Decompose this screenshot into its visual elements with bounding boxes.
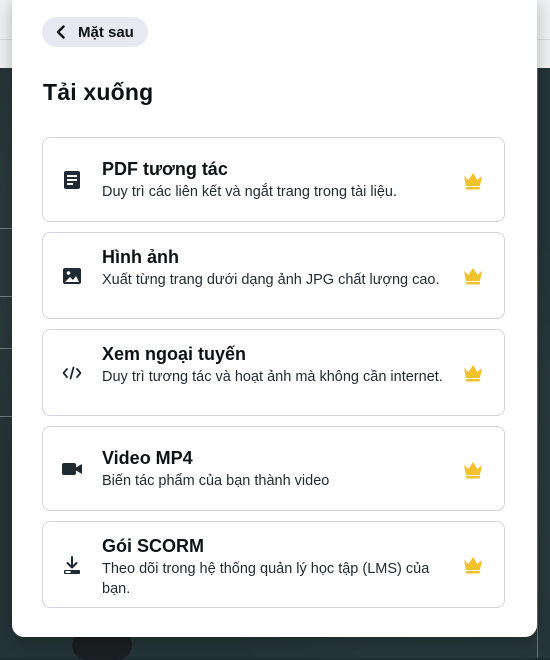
crown-icon (464, 557, 482, 574)
option-label: Video MP4 (102, 448, 193, 468)
option-video-mp4[interactable]: Video MP4 Biến tác phẩm của bạn thành vi… (42, 426, 505, 511)
option-label: Xem ngoại tuyến (102, 344, 247, 364)
video-icon (61, 458, 83, 480)
option-description: Biến tác phẩm của bạn thành video (102, 473, 330, 489)
background-ruler-line (0, 228, 12, 229)
download-icon (61, 554, 83, 576)
option-description: Xuất từng trang dưới dạng ảnh JPG chất l… (102, 272, 440, 288)
chevron-left-icon (56, 25, 65, 39)
option-label: PDF tương tác (102, 159, 228, 179)
crown-icon (464, 173, 482, 190)
back-button[interactable]: Mặt sau (42, 17, 148, 47)
option-label: Gói SCORM (102, 536, 204, 556)
back-button-label: Mặt sau (78, 23, 134, 41)
option-description: Duy trì tương tác và hoạt ảnh mà không c… (102, 369, 443, 385)
crown-icon (464, 462, 482, 479)
option-description: Duy trì các liên kết và ngắt trang trong… (102, 184, 397, 200)
background-ruler-line (0, 296, 12, 297)
crown-icon (464, 365, 482, 382)
option-offline-view[interactable]: Xem ngoại tuyến Duy trì tương tác và hoạ… (42, 329, 505, 416)
option-interactive-pdf[interactable]: PDF tương tác Duy trì các liên kết và ng… (42, 137, 505, 222)
code-icon (61, 362, 83, 384)
panel-title: Tải xuống (43, 79, 154, 105)
crown-icon (464, 268, 482, 285)
option-scorm-package[interactable]: Gói SCORM Theo dõi trong hệ thống quản l… (42, 521, 505, 608)
image-icon (61, 265, 83, 287)
background-edge (537, 68, 550, 658)
document-icon (61, 169, 83, 191)
option-images[interactable]: Hình ảnh Xuất từng trang dưới dạng ảnh J… (42, 232, 505, 319)
download-panel: Mặt sau Tải xuống PDF tương tác Duy trì … (12, 0, 537, 637)
background-ruler-line (0, 348, 12, 349)
option-description: Theo dõi trong hệ thống quản lý học tập … (102, 561, 430, 597)
background-ruler-line (0, 416, 12, 417)
option-label: Hình ảnh (102, 247, 179, 267)
